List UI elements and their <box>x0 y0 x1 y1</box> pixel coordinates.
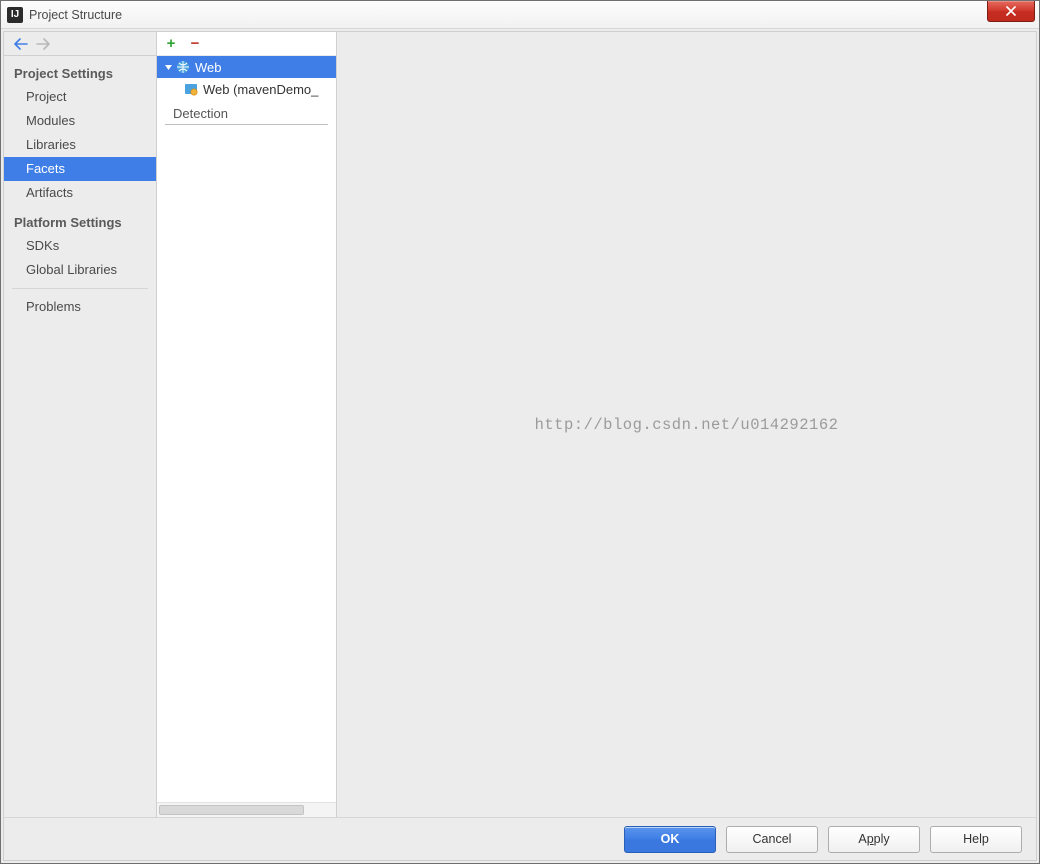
nav-forward-button[interactable] <box>34 35 52 53</box>
web-module-icon <box>183 81 199 97</box>
sidebar-item-artifacts[interactable]: Artifacts <box>4 181 156 205</box>
sidebar-item-facets[interactable]: Facets <box>4 157 156 181</box>
tree-node-web-module[interactable]: Web (mavenDemo_ <box>157 78 336 100</box>
tree-section-detection: Detection <box>165 100 328 125</box>
sidebar-item-modules[interactable]: Modules <box>4 109 156 133</box>
app-icon: IJ <box>7 7 23 23</box>
close-button[interactable] <box>987 1 1035 22</box>
remove-button[interactable]: − <box>187 36 203 52</box>
sidebar-item-global-libraries[interactable]: Global Libraries <box>4 258 156 282</box>
window-title: Project Structure <box>29 8 122 22</box>
close-icon <box>1005 6 1017 16</box>
sidebar-item-sdks[interactable]: SDKs <box>4 234 156 258</box>
caret-down-icon <box>164 63 173 72</box>
sidebar-item-libraries[interactable]: Libraries <box>4 133 156 157</box>
details-pane: http://blog.csdn.net/u014292162 <box>337 32 1036 817</box>
sidebar-item-project[interactable]: Project <box>4 85 156 109</box>
minus-icon: − <box>191 36 200 51</box>
help-button[interactable]: Help <box>930 826 1022 853</box>
ok-button[interactable]: OK <box>624 826 716 853</box>
nav-back-button[interactable] <box>12 35 30 53</box>
arrow-right-icon <box>36 38 50 50</box>
sidebar-heading-platform-settings: Platform Settings <box>4 211 156 234</box>
facets-tree-panel: + − <box>157 32 337 817</box>
sidebar-item-problems[interactable]: Problems <box>4 289 156 318</box>
dialog-button-row: OK Cancel Apply Help <box>4 817 1036 860</box>
scrollbar-thumb[interactable] <box>159 805 304 815</box>
titlebar: IJ Project Structure <box>1 1 1039 29</box>
arrow-left-icon <box>14 38 28 50</box>
sidebar-heading-project-settings: Project Settings <box>4 62 156 85</box>
sidebar-project-settings: Project Settings Project Modules Librari… <box>4 56 156 205</box>
horizontal-scrollbar[interactable] <box>157 802 336 817</box>
tree-body: Web Web (mavenDemo_ Detection <box>157 56 336 817</box>
apply-label-pre: A <box>858 832 866 846</box>
expand-caret[interactable] <box>161 63 175 72</box>
tree-node-web[interactable]: Web <box>157 56 336 78</box>
inner-panel: Project Settings Project Modules Librari… <box>3 31 1037 861</box>
plus-icon: + <box>167 36 176 51</box>
sidebar: Project Settings Project Modules Librari… <box>4 32 157 817</box>
add-button[interactable]: + <box>163 36 179 52</box>
web-facet-icon <box>175 59 191 75</box>
apply-label-post: ply <box>874 832 890 846</box>
sidebar-platform-settings: Platform Settings SDKs Global Libraries <box>4 205 156 282</box>
watermark-text: http://blog.csdn.net/u014292162 <box>535 416 839 434</box>
content-area: Project Settings Project Modules Librari… <box>4 32 1036 817</box>
cancel-button[interactable]: Cancel <box>726 826 818 853</box>
sidebar-toolbar <box>4 32 156 56</box>
apply-button[interactable]: Apply <box>828 826 920 853</box>
tree-node-label: Web <box>195 60 222 75</box>
apply-label-mnemonic: p <box>867 832 874 846</box>
dialog-window: IJ Project Structure <box>0 0 1040 864</box>
tree-toolbar: + − <box>157 32 336 56</box>
tree-node-label: Web (mavenDemo_ <box>203 82 318 97</box>
